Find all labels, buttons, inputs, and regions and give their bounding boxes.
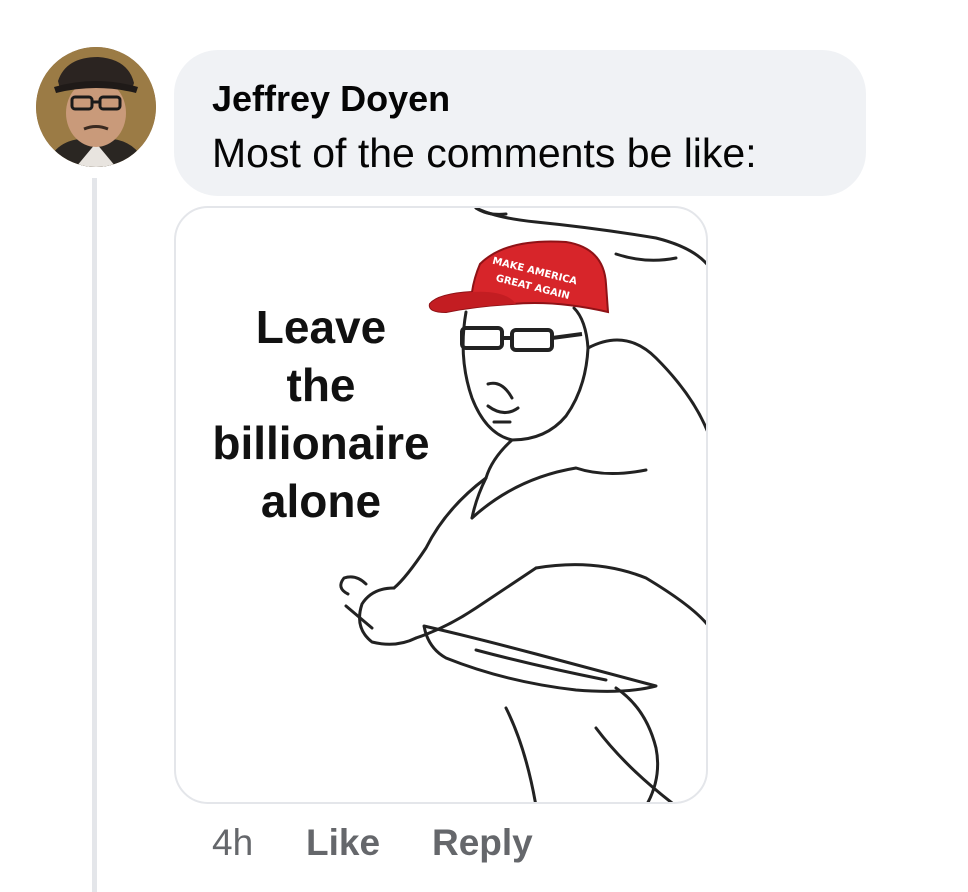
author-avatar[interactable] (36, 47, 156, 167)
thread-line (92, 178, 97, 892)
avatar-photo-icon (36, 47, 156, 167)
meme-caption-line: alone (260, 475, 382, 527)
like-button[interactable]: Like (306, 822, 380, 864)
timestamp[interactable]: 4h (212, 822, 253, 864)
meme-caption-line: the (286, 359, 356, 411)
meme-caption-line: Leave (255, 301, 387, 353)
meme-image-attachment[interactable]: MAKE AMERICA GREAT AGAIN Leave the billi… (174, 206, 708, 804)
comment-bubble: Jeffrey Doyen Most of the comments be li… (174, 50, 866, 196)
meme-caption-line: billionaire (212, 417, 430, 469)
reply-button[interactable]: Reply (432, 822, 533, 864)
meme-caption: Leave the billionaire alone (176, 298, 466, 530)
comment-text: Most of the comments be like: (212, 130, 757, 176)
author-name[interactable]: Jeffrey Doyen (212, 78, 450, 120)
